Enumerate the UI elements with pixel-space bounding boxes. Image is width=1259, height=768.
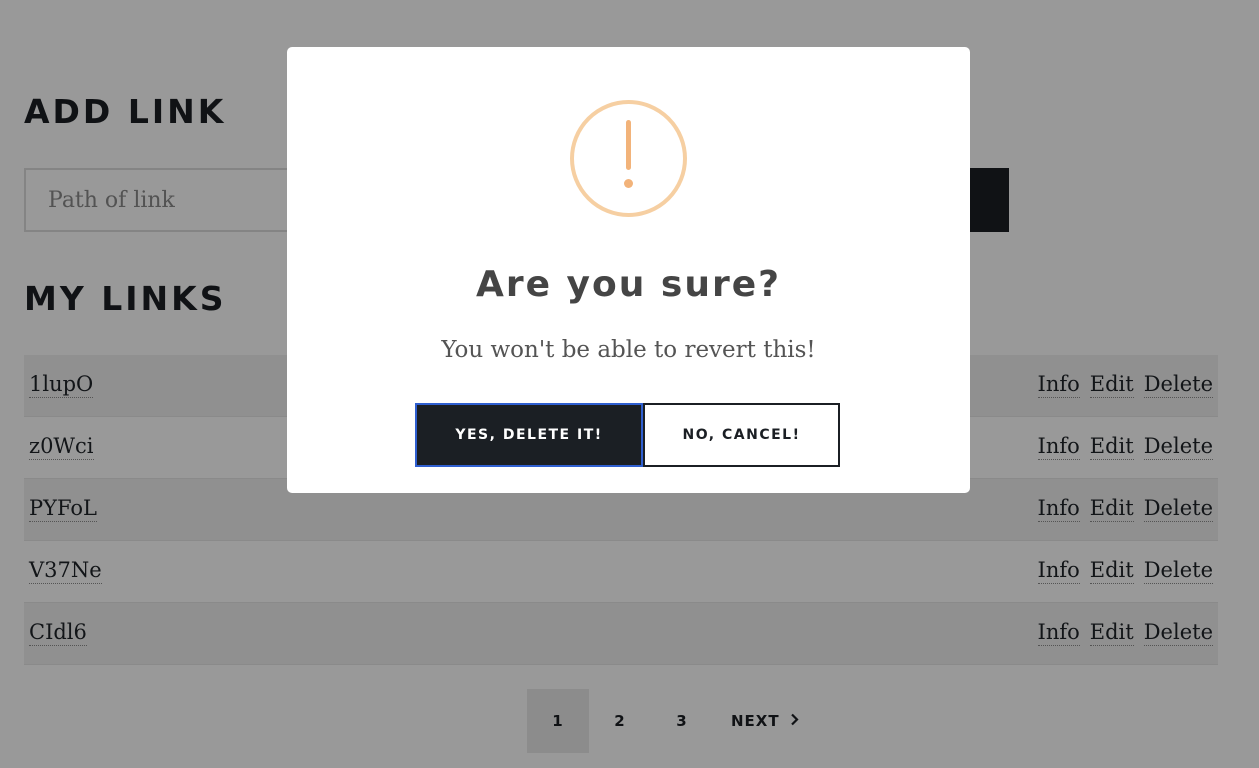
warning-icon-bar — [626, 120, 631, 170]
dialog-title: Are you sure? — [475, 264, 782, 305]
warning-icon — [570, 100, 687, 217]
confirm-delete-button[interactable]: YES, DELETE IT! — [415, 403, 643, 467]
confirm-delete-dialog: Are you sure? You won't be able to rever… — [287, 47, 970, 493]
warning-icon-dot — [624, 179, 633, 188]
dialog-message: You won't be able to revert this! — [441, 337, 816, 363]
cancel-button[interactable]: NO, CANCEL! — [643, 403, 840, 467]
